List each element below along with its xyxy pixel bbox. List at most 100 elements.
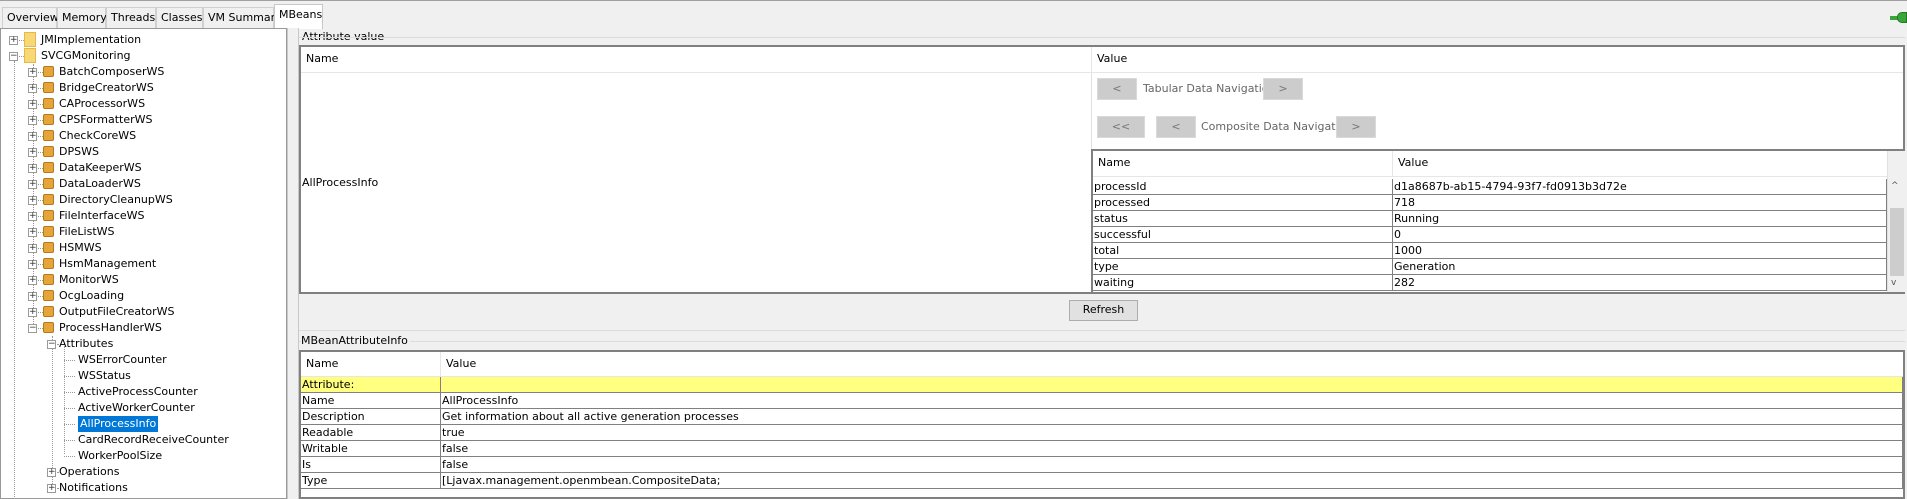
tree-node[interactable]: ActiveWorkerCounter xyxy=(1,400,286,416)
tree-node[interactable]: + MonitorWS xyxy=(1,272,286,288)
tree-expand-icon[interactable]: + xyxy=(9,36,18,45)
tree-node[interactable]: + OutputFileCreatorWS xyxy=(1,304,286,320)
tree-expand-icon[interactable]: + xyxy=(28,148,37,157)
tree-expand-icon[interactable]: + xyxy=(28,180,37,189)
tree-node[interactable]: + CAProcessorWS xyxy=(1,96,286,112)
tree-node[interactable]: + FileListWS xyxy=(1,224,286,240)
tree-node[interactable]: + BridgeCreatorWS xyxy=(1,80,286,96)
connected-plug-icon[interactable] xyxy=(1890,12,1907,23)
tree-node[interactable]: CardRecordReceiveCounter xyxy=(1,432,286,448)
tree-expand-icon[interactable]: + xyxy=(28,100,37,109)
tree-node-label: ActiveProcessCounter xyxy=(78,385,198,398)
info-header-value[interactable]: Value xyxy=(441,352,1903,377)
tab-mbeans[interactable]: MBeans xyxy=(274,4,323,29)
tree-node[interactable]: − ProcessHandlerWS xyxy=(1,320,286,336)
info-header-name[interactable]: Name xyxy=(301,352,441,377)
info-row-value: false xyxy=(441,441,1903,457)
tab-vm-summary[interactable]: VM Summary xyxy=(203,7,282,28)
tree-node[interactable]: WorkerPoolSize xyxy=(1,448,286,464)
tree-expand-icon[interactable]: + xyxy=(28,244,37,253)
refresh-button[interactable]: Refresh xyxy=(1069,300,1138,321)
tab-bar: Overview Memory Threads Classes VM Summa… xyxy=(0,0,1907,29)
composite-first-button[interactable]: << xyxy=(1097,116,1145,138)
column-header-value[interactable]: Value xyxy=(1092,47,1903,73)
tree-node[interactable]: + DataKeeperWS xyxy=(1,160,286,176)
tree-collapse-icon[interactable]: − xyxy=(47,340,56,349)
tree-node-label: JMImplementation xyxy=(41,33,142,46)
tree-expand-icon[interactable]: + xyxy=(28,276,37,285)
mbean-icon xyxy=(43,162,54,173)
tree-expand-icon[interactable]: + xyxy=(47,484,56,493)
tree-expand-icon[interactable]: + xyxy=(28,164,37,173)
tabular-next-button[interactable]: > xyxy=(1263,78,1303,100)
tree-node-label: WSErrorCounter xyxy=(78,353,167,366)
inner-header-value[interactable]: Value xyxy=(1393,151,1887,177)
tree-node[interactable]: + OcgLoading xyxy=(1,288,286,304)
tree-expand-icon[interactable]: + xyxy=(28,260,37,269)
composite-prev-button[interactable]: < xyxy=(1156,116,1196,138)
tree-expand-icon[interactable]: + xyxy=(28,116,37,125)
tree-expand-icon[interactable]: + xyxy=(28,308,37,317)
tree-node[interactable]: + CPSFormatterWS xyxy=(1,112,286,128)
tree-node[interactable]: − SVCGMonitoring xyxy=(1,48,286,64)
inner-header-name[interactable]: Name xyxy=(1093,151,1393,177)
tree-expand-icon[interactable]: + xyxy=(28,212,37,221)
tab-classes[interactable]: Classes xyxy=(156,7,203,28)
tree-expand-icon[interactable]: + xyxy=(28,196,37,205)
tree-node[interactable]: + DPSWS xyxy=(1,144,286,160)
tree-node[interactable]: WSStatus xyxy=(1,368,286,384)
column-header-name[interactable]: Name xyxy=(301,47,1092,73)
tree-node-label: BatchComposerWS xyxy=(59,65,165,78)
tree-node-label: Attributes xyxy=(59,337,114,350)
tree-node[interactable]: ActiveProcessCounter xyxy=(1,384,286,400)
tabular-prev-button[interactable]: < xyxy=(1097,78,1137,100)
inner-row-value: 282 xyxy=(1393,275,1887,291)
tree-expand-icon[interactable]: + xyxy=(47,468,56,477)
tree-expand-icon[interactable]: + xyxy=(28,292,37,301)
tree-node-label: DataKeeperWS xyxy=(59,161,142,174)
tree-node[interactable]: + BatchComposerWS xyxy=(1,64,286,80)
mbean-icon xyxy=(43,146,54,157)
tab-threads[interactable]: Threads xyxy=(106,7,156,28)
tree-node[interactable]: + HSMWS xyxy=(1,240,286,256)
mbean-icon xyxy=(43,290,54,301)
scroll-down-arrow-icon[interactable]: v xyxy=(1891,278,1896,288)
tree-expand-icon[interactable]: + xyxy=(28,68,37,77)
info-row-name: Is xyxy=(301,457,441,473)
tree-expand-icon[interactable]: + xyxy=(28,84,37,93)
tree-node[interactable]: + FileInterfaceWS xyxy=(1,208,286,224)
tree-node-label: WSStatus xyxy=(78,369,131,382)
tree-node[interactable]: + Notifications xyxy=(1,480,286,496)
tree-node-label: BridgeCreatorWS xyxy=(59,81,154,94)
mbean-icon xyxy=(43,66,54,77)
tree-node[interactable]: + DirectoryCleanupWS xyxy=(1,192,286,208)
tree-node[interactable]: AllProcessInfo xyxy=(1,416,286,432)
tab-memory[interactable]: Memory xyxy=(57,7,107,28)
mbean-tree[interactable]: + JMImplementation − SVCGMonitoring + BatchCo… xyxy=(0,28,287,499)
tree-node[interactable]: + JMImplementation xyxy=(1,32,286,48)
tree-node-label: CAProcessorWS xyxy=(59,97,146,110)
tree-expand-icon[interactable]: + xyxy=(28,132,37,141)
tree-collapse-icon[interactable]: − xyxy=(9,52,18,61)
mbean-icon xyxy=(43,306,54,317)
tree-node[interactable]: − Attributes xyxy=(1,336,286,352)
tree-node[interactable]: + Operations xyxy=(1,464,286,480)
tree-node[interactable]: WSErrorCounter xyxy=(1,352,286,368)
scrollbar-thumb[interactable] xyxy=(1890,208,1904,276)
inner-row-name: status xyxy=(1093,211,1393,227)
tree-connector xyxy=(64,424,75,425)
inner-row-value: 0 xyxy=(1393,227,1887,243)
tree-expand-icon[interactable]: + xyxy=(28,228,37,237)
tree-connector xyxy=(64,392,75,393)
vertical-scrollbar[interactable]: ^ v xyxy=(1887,151,1905,292)
mbean-icon xyxy=(43,130,54,141)
composite-next-button[interactable]: > xyxy=(1336,116,1376,138)
tree-node[interactable]: + HsmManagement xyxy=(1,256,286,272)
attribute-name-cell: AllProcessInfo xyxy=(301,73,1092,292)
scroll-up-arrow-icon[interactable]: ^ xyxy=(1891,181,1899,191)
tab-overview[interactable]: Overview xyxy=(2,7,59,28)
tree-collapse-icon[interactable]: − xyxy=(28,324,37,333)
tree-node[interactable]: + CheckCoreWS xyxy=(1,128,286,144)
split-pane-divider[interactable] xyxy=(287,28,299,499)
tree-node[interactable]: + DataLoaderWS xyxy=(1,176,286,192)
